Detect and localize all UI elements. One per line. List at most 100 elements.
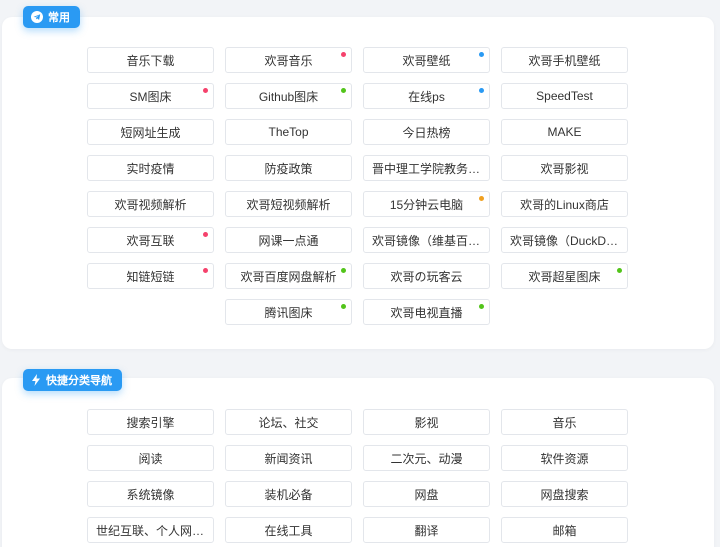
status-dot — [341, 304, 346, 309]
link-item[interactable]: 欢哥短视频解析 — [225, 191, 352, 217]
link-item[interactable]: 新闻资讯 — [225, 445, 352, 471]
link-item-label: 今日热榜 — [402, 125, 451, 140]
status-dot — [203, 88, 208, 93]
status-dot — [341, 88, 346, 93]
link-item[interactable]: 实时疫情 — [87, 155, 214, 181]
link-item[interactable]: 阅读 — [87, 445, 214, 471]
link-item[interactable]: 搜索引擎 — [87, 409, 214, 435]
link-item[interactable]: Github图床 — [225, 83, 352, 109]
status-dot — [479, 88, 484, 93]
link-item-label: TheTop — [268, 125, 309, 139]
link-item-label: 欢哥视频解析 — [114, 197, 187, 212]
link-item[interactable]: 知链短链 — [87, 263, 214, 289]
link-item-label: 新闻资讯 — [264, 451, 313, 466]
link-item-label: 欢哥电视直播 — [390, 305, 463, 320]
link-item-label: 在线工具 — [264, 523, 313, 538]
status-dot — [479, 52, 484, 57]
link-item-label: 翻译 — [414, 523, 439, 538]
link-item[interactable]: SM图床 — [87, 83, 214, 109]
status-dot — [203, 268, 208, 273]
link-item-label: 欢哥百度网盘解析 — [240, 269, 337, 284]
link-item[interactable]: 防疫政策 — [225, 155, 352, 181]
link-item[interactable]: 欢哥互联 — [87, 227, 214, 253]
telegram-icon — [31, 11, 43, 23]
link-item[interactable]: 欢哥手机壁纸 — [501, 47, 628, 73]
link-item[interactable]: 二次元、动漫 — [363, 445, 490, 471]
link-item[interactable]: 邮箱 — [501, 517, 628, 543]
link-item[interactable]: 欢哥电视直播 — [363, 299, 490, 325]
link-item[interactable]: 腾讯图床 — [225, 299, 352, 325]
link-item[interactable]: 欢哥的Linux商店 — [501, 191, 628, 217]
link-item[interactable]: 网盘 — [363, 481, 490, 507]
link-item[interactable]: 装机必备 — [225, 481, 352, 507]
link-item[interactable]: TheTop — [225, 119, 352, 145]
status-dot — [203, 232, 208, 237]
link-item-label: 欢哥音乐 — [264, 53, 313, 68]
link-item-label: 阅读 — [138, 451, 163, 466]
link-item-label: 影视 — [414, 415, 439, 430]
link-item-label: 欢哥影视 — [540, 161, 589, 176]
link-item-label: 软件资源 — [540, 451, 589, 466]
lightning-icon — [31, 374, 41, 386]
link-item[interactable]: 翻译 — [363, 517, 490, 543]
link-item-label: 论坛、社交 — [258, 415, 319, 430]
link-item[interactable]: 欢哥の玩客云 — [363, 263, 490, 289]
link-item[interactable]: 欢哥影视 — [501, 155, 628, 181]
section-title-label: 常用 — [48, 12, 70, 24]
link-item-label: 装机必备 — [264, 487, 313, 502]
link-item[interactable]: 音乐 — [501, 409, 628, 435]
link-item[interactable]: 软件资源 — [501, 445, 628, 471]
link-item-label: 欢哥的Linux商店 — [520, 197, 609, 212]
link-item[interactable]: 短网址生成 — [87, 119, 214, 145]
status-dot — [479, 304, 484, 309]
link-item-label: 网盘 — [414, 487, 439, 502]
link-item-label: SpeedTest — [536, 89, 593, 103]
link-item-label: 世纪互联、个人网站导航 — [96, 523, 205, 538]
link-item-label: 腾讯图床 — [264, 305, 313, 320]
link-item-label: 在线ps — [408, 89, 445, 104]
link-item[interactable]: 论坛、社交 — [225, 409, 352, 435]
link-item-label: Github图床 — [258, 89, 319, 104]
link-item-label: 音乐下载 — [126, 53, 175, 68]
link-item[interactable]: 欢哥镜像（维基百科） — [363, 227, 490, 253]
link-item-label: 知链短链 — [126, 269, 175, 284]
link-item[interactable]: 音乐下载 — [87, 47, 214, 73]
link-item-label: 实时疫情 — [126, 161, 175, 176]
link-item-label: 系统镜像 — [126, 487, 175, 502]
section-title-label: 快捷分类导航 — [46, 375, 112, 387]
link-item[interactable]: 影视 — [363, 409, 490, 435]
link-item[interactable]: 欢哥视频解析 — [87, 191, 214, 217]
link-item[interactable]: 15分钟云电脑 — [363, 191, 490, 217]
link-item[interactable]: 今日热榜 — [363, 119, 490, 145]
link-item-label: 音乐 — [552, 415, 577, 430]
link-item[interactable]: 欢哥音乐 — [225, 47, 352, 73]
link-item-label: 欢哥互联 — [126, 233, 175, 248]
link-item-label: 欢哥短视频解析 — [246, 197, 331, 212]
link-item-label: 欢哥镜像（DuckDuckGo） — [510, 233, 619, 248]
link-item-label: 15分钟云电脑 — [389, 197, 464, 212]
link-item-label: 邮箱 — [552, 523, 577, 538]
link-item-label: SM图床 — [129, 89, 172, 104]
link-item[interactable]: 网盘搜索 — [501, 481, 628, 507]
section-title-common: 常用 — [23, 6, 80, 28]
link-item[interactable]: 网课一点通 — [225, 227, 352, 253]
link-item[interactable]: 系统镜像 — [87, 481, 214, 507]
link-item[interactable]: 在线工具 — [225, 517, 352, 543]
link-item[interactable]: 欢哥超星图床 — [501, 263, 628, 289]
link-item[interactable]: 在线ps — [363, 83, 490, 109]
link-item-label: 晋中理工学院教务系统 — [372, 161, 481, 176]
link-item-label: MAKE — [547, 125, 582, 139]
link-item[interactable]: 欢哥百度网盘解析 — [225, 263, 352, 289]
link-item-label: 短网址生成 — [120, 125, 181, 140]
link-item-label: 欢哥の玩客云 — [390, 269, 463, 284]
link-item-label: 欢哥手机壁纸 — [528, 53, 601, 68]
link-item[interactable]: 欢哥镜像（DuckDuckGo） — [501, 227, 628, 253]
link-item[interactable]: 世纪互联、个人网站导航 — [87, 517, 214, 543]
link-item-label: 防疫政策 — [264, 161, 313, 176]
link-item[interactable]: MAKE — [501, 119, 628, 145]
link-item[interactable]: SpeedTest — [501, 83, 628, 109]
link-item[interactable]: 晋中理工学院教务系统 — [363, 155, 490, 181]
link-item[interactable]: 欢哥壁纸 — [363, 47, 490, 73]
status-dot — [341, 52, 346, 57]
status-dot — [617, 268, 622, 273]
